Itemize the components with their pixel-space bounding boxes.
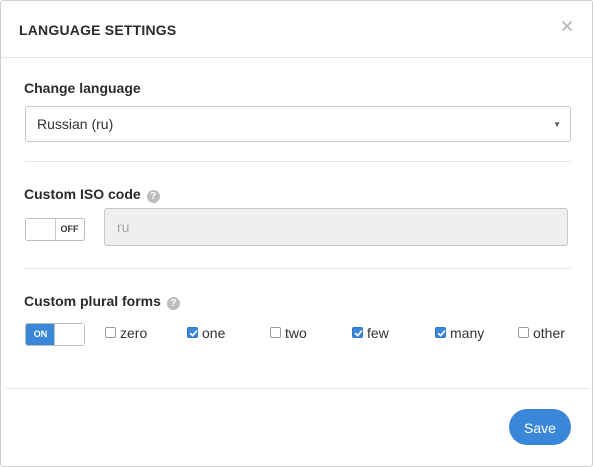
plural-option-label: one — [202, 325, 226, 341]
plural-forms-label-text: Custom plural forms — [24, 293, 161, 309]
section-divider — [25, 268, 571, 269]
custom-iso-toggle[interactable]: OFF — [25, 218, 85, 241]
chevron-down-icon: ▼ — [553, 120, 561, 129]
checkbox-checked[interactable] — [435, 327, 446, 338]
plural-option-label: two — [285, 325, 307, 341]
dialog-title: LANGUAGE SETTINGS — [19, 22, 177, 38]
check-icon — [189, 330, 198, 337]
toggle-knob — [26, 219, 56, 240]
plural-option-label: many — [450, 325, 485, 341]
help-icon[interactable]: ? — [146, 190, 160, 203]
save-button[interactable]: Save — [509, 409, 571, 445]
help-icon[interactable]: ? — [166, 297, 180, 310]
checkbox[interactable] — [105, 327, 116, 338]
plural-option-label: zero — [120, 325, 148, 341]
close-icon[interactable] — [560, 19, 574, 33]
language-select-value: Russian (ru) — [37, 116, 114, 132]
plural-forms-label: Custom plural forms? — [24, 293, 180, 310]
toggle-knob — [54, 324, 84, 345]
plural-forms-toggle[interactable]: ON — [25, 323, 85, 346]
checkbox-checked[interactable] — [352, 327, 363, 338]
section-divider — [25, 161, 571, 162]
language-select[interactable]: Russian (ru) ▼ — [25, 106, 571, 142]
iso-code-input[interactable] — [104, 208, 568, 246]
toggle-state-label: ON — [26, 324, 55, 345]
checkbox-checked[interactable] — [187, 327, 198, 338]
plural-option-label: few — [367, 325, 389, 341]
language-settings-dialog: LANGUAGE SETTINGS Change language Russia… — [0, 0, 593, 467]
custom-iso-label: Custom ISO code? — [24, 186, 160, 203]
toggle-state-label: OFF — [60, 224, 79, 234]
custom-iso-label-text: Custom ISO code — [24, 186, 141, 202]
checkbox[interactable] — [270, 327, 281, 338]
change-language-label: Change language — [24, 80, 141, 96]
footer-divider — [5, 388, 589, 389]
check-icon — [437, 330, 446, 337]
plural-option-label: other — [533, 325, 565, 341]
dialog-header: LANGUAGE SETTINGS — [1, 1, 592, 58]
checkbox[interactable] — [518, 327, 529, 338]
check-icon — [354, 330, 363, 337]
